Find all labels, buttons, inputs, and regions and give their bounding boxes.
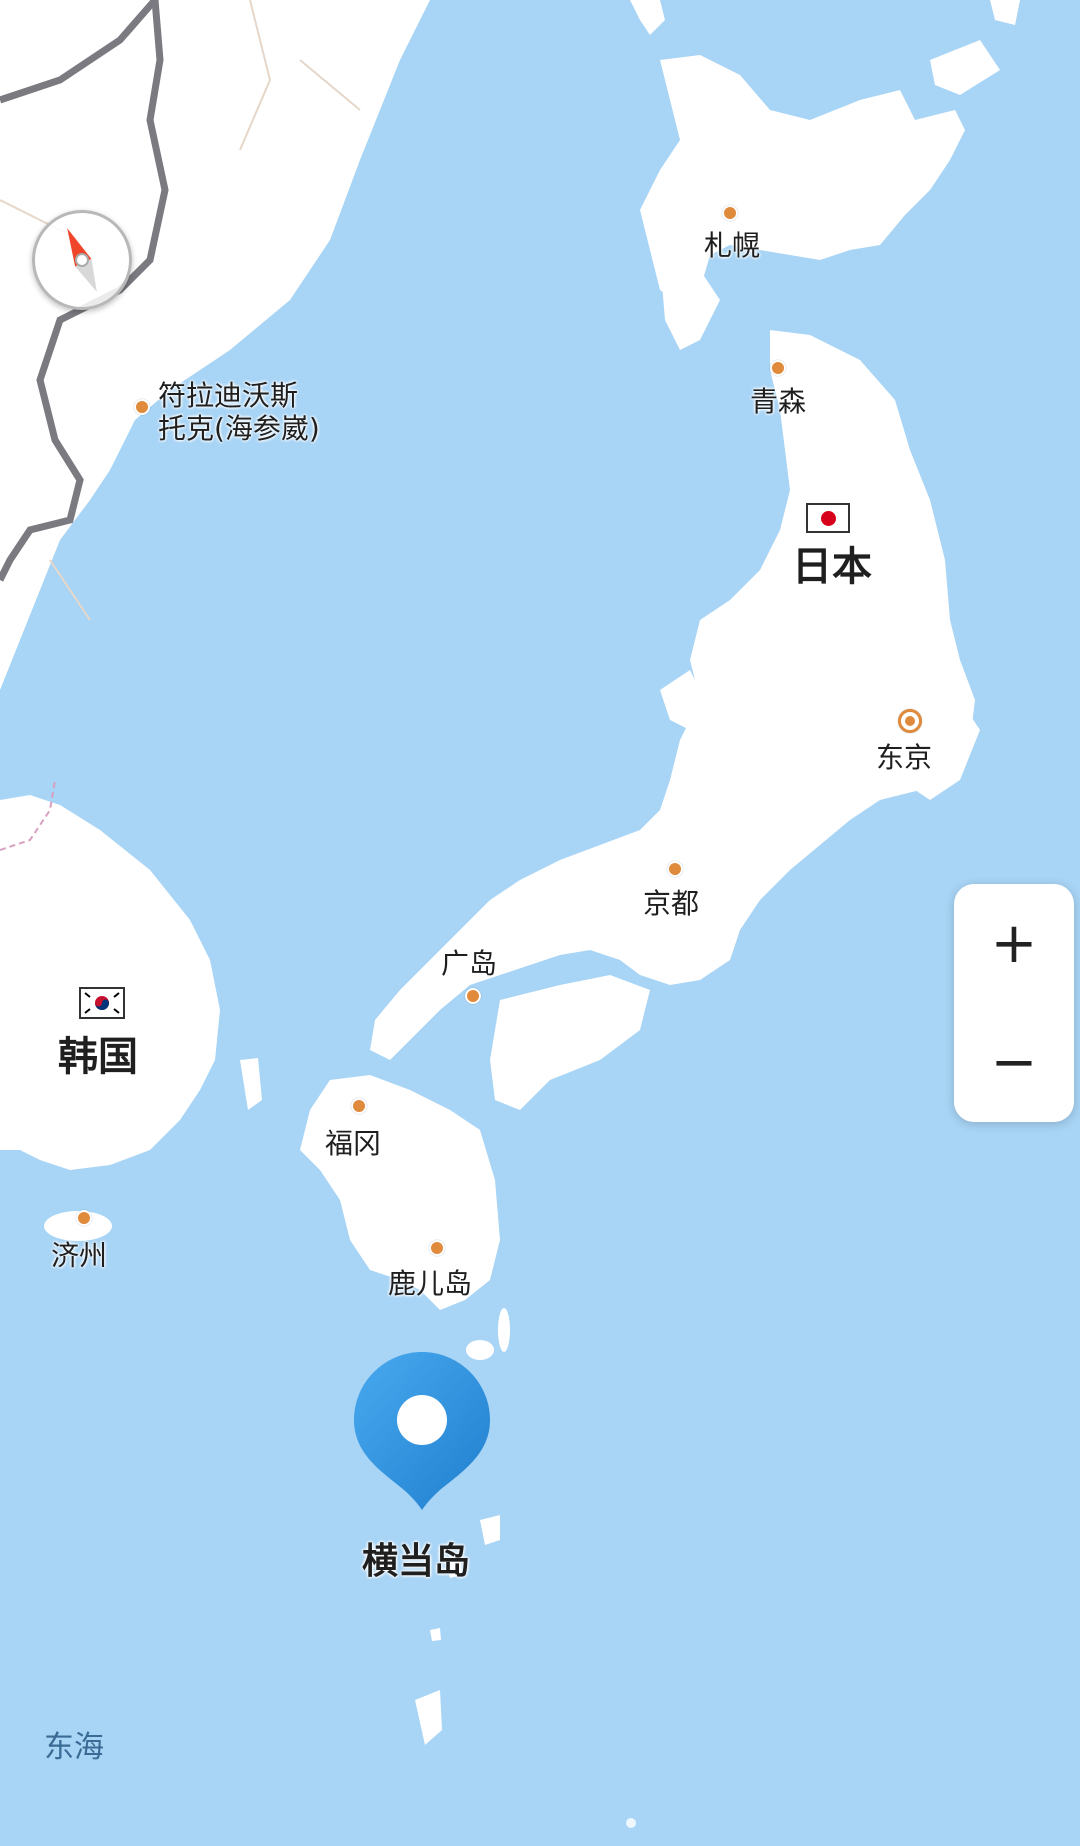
city-label-tokyo: 东京: [876, 741, 933, 774]
marker-label: 横当岛: [362, 1541, 471, 1582]
city-label-fukuoka: 福冈: [325, 1127, 382, 1160]
sea-label-east-china-sea: 东海: [44, 1730, 104, 1765]
city-dot-icon: [134, 399, 150, 415]
zoom-control-panel: + −: [954, 884, 1074, 1122]
plus-icon: +: [990, 911, 1038, 976]
map-view[interactable]: 札幌 青森 符拉迪沃斯 托克(海参崴) 东京 京都 广岛 福冈 鹿儿岛 济州 日…: [0, 0, 1080, 1846]
city-dot-icon: [722, 205, 738, 221]
location-pin-icon[interactable]: [352, 1350, 492, 1512]
zoom-out-button[interactable]: −: [954, 1003, 1074, 1122]
jp-flag-icon: [806, 503, 850, 533]
city-label-aomori: 青森: [750, 385, 807, 418]
city-dot-icon: [465, 988, 481, 1004]
city-dot-icon: [429, 1240, 445, 1256]
city-label-sapporo: 札幌: [704, 229, 761, 262]
city-label-vladivostok-line2: 托克(海参崴): [158, 412, 320, 445]
southern-islet-d: [430, 1628, 441, 1641]
city-dot-icon: [770, 360, 786, 376]
city-dot-icon: [351, 1098, 367, 1114]
city-label-jeju: 济州: [51, 1239, 108, 1272]
city-dot-icon: [76, 1210, 92, 1226]
compass-icon[interactable]: [32, 210, 132, 310]
city-label-kagoshima: 鹿儿岛: [388, 1267, 473, 1300]
kr-flag-icon: [79, 987, 125, 1019]
city-dot-icon: [667, 861, 683, 877]
country-label-korea[interactable]: 韩国: [58, 1024, 138, 1082]
map-base-layer: [0, 0, 1080, 1846]
minus-icon: −: [990, 1030, 1038, 1095]
zoom-in-button[interactable]: +: [954, 884, 1074, 1003]
city-label-kyoto: 京都: [643, 887, 700, 920]
capital-dot-icon: [898, 709, 922, 733]
page-indicator-dot: [626, 1818, 636, 1828]
country-label-japan[interactable]: 日本: [792, 534, 872, 592]
city-label-hiroshima: 广岛: [441, 947, 498, 980]
yakushima-island: [498, 1308, 510, 1352]
